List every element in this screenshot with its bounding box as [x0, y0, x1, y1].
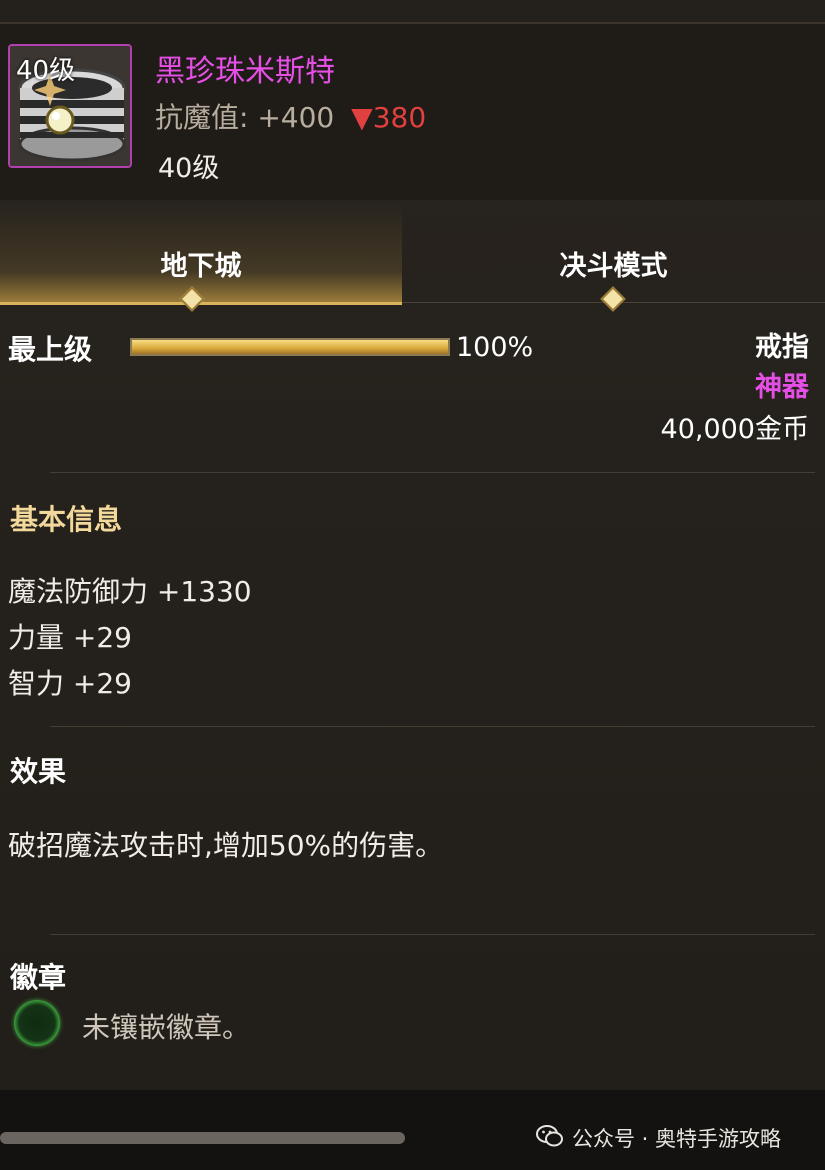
item-name: 黑珍珠米斯特: [155, 54, 335, 89]
tab-duel-label: 决斗模式: [559, 251, 668, 282]
magic-resist-stat: 抗魔值: +400 ▼380: [155, 96, 426, 136]
emblem-slot-icon[interactable]: [14, 1000, 60, 1046]
stat-line-intelligence: 智力 +29: [8, 667, 132, 700]
item-meta: 戒指 神器 40,000金币: [661, 328, 809, 452]
grade-percent: 100%: [456, 332, 534, 363]
stat-line-strength: 力量 +29: [8, 621, 132, 654]
item-icon-frame[interactable]: 40级: [8, 44, 132, 168]
tab-dungeon-label: 地下城: [160, 251, 242, 282]
grade-progress-bar: [130, 338, 450, 356]
emblem-title: 徽章: [10, 961, 67, 994]
tab-diamond-icon: [179, 286, 205, 312]
emblem-empty-text: 未镶嵌徽章。: [82, 1011, 251, 1044]
tab-diamond-icon: [600, 286, 626, 312]
tab-duel[interactable]: 决斗模式: [402, 202, 825, 312]
item-type: 戒指: [755, 332, 809, 363]
stat-decrease: ▼380: [351, 101, 427, 134]
effect-title: 效果: [10, 755, 67, 788]
divider: [50, 934, 815, 935]
effect-text: 破招魔法攻击时,增加50%的伤害。: [8, 829, 444, 862]
wechat-icon: [536, 1125, 563, 1147]
mode-tabs: 地下城 决斗模式: [0, 202, 825, 312]
stat-line-magic-defense: 魔法防御力 +1330: [8, 575, 252, 608]
grade-label: 最上级: [8, 333, 93, 366]
item-price: 40,000金币: [660, 414, 809, 445]
item-tooltip-panel: 40级 黑珍珠米斯特 抗魔值: +400 ▼380 40级 地下城 决斗模式 最…: [0, 24, 825, 1090]
tab-dungeon[interactable]: 地下城: [0, 202, 402, 312]
item-rarity: 神器: [755, 372, 809, 403]
stat-label: 抗魔值:: [155, 101, 249, 134]
item-level: 40级: [158, 153, 220, 184]
stat-value: +400: [257, 101, 335, 134]
item-header: 40级 黑珍珠米斯特 抗魔值: +400 ▼380 40级: [0, 24, 825, 200]
icon-level-badge: 40级: [16, 56, 76, 86]
divider: [50, 472, 815, 473]
basic-info-title: 基本信息: [10, 503, 123, 536]
horizontal-scrollbar[interactable]: [0, 1132, 405, 1144]
watermark-text: 公众号 · 奥特手游攻略: [572, 1127, 782, 1151]
grade-progress-fill: [132, 340, 448, 354]
top-strip: [0, 0, 825, 24]
divider: [50, 726, 815, 727]
